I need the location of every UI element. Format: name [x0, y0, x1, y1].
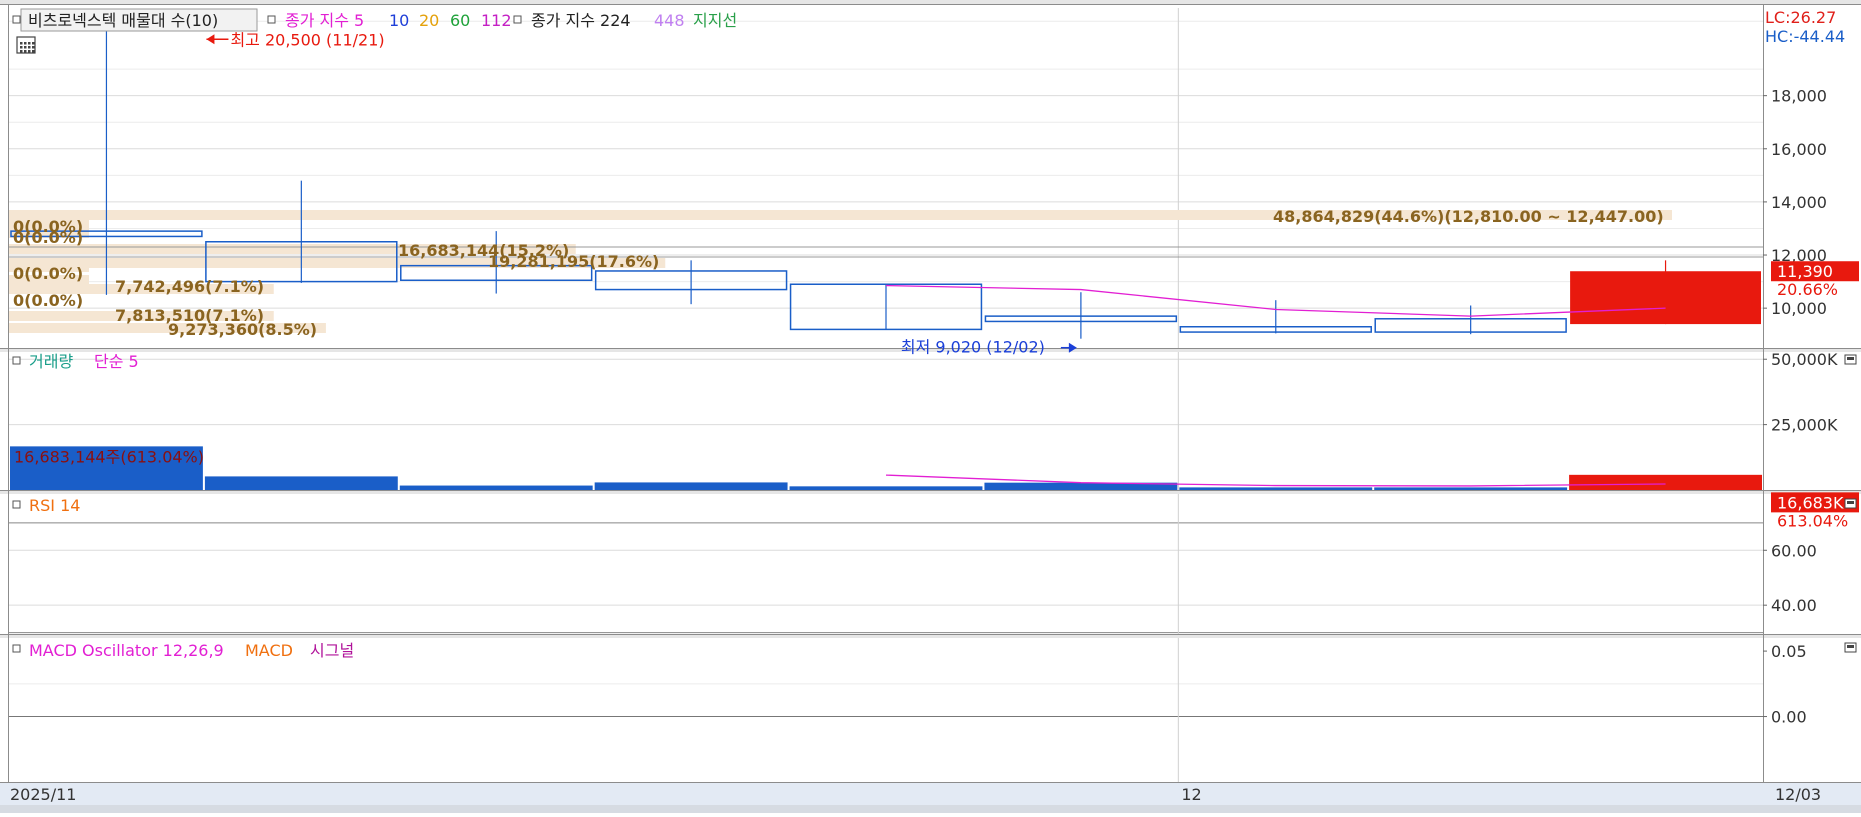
- minimize-icon[interactable]: [1844, 354, 1857, 365]
- volume-bar: [594, 482, 788, 490]
- legend-ma5: 종가 지수 5: [285, 11, 364, 30]
- volume-axis-label: 25,000K: [1771, 416, 1838, 435]
- volume-profile-label: 9,273,360(8.5%): [168, 320, 317, 339]
- minimize-icon-bar: [1847, 645, 1854, 648]
- volume-bar: [204, 476, 398, 490]
- legend-macd-osc: MACD Oscillator 12,26,9: [29, 641, 224, 660]
- legend-title: 비츠로넥스텍 매물대 수(10): [28, 11, 218, 30]
- calendar-icon-cell: [24, 42, 27, 45]
- current-price-label: 11,390: [1777, 262, 1833, 281]
- volume-profile-label: 48,864,829(44.6%)(12,810.00 ~ 12,447.00): [1273, 207, 1664, 226]
- calendar-icon-cell: [32, 42, 35, 45]
- hc-label: HC:-44.44: [1765, 27, 1845, 46]
- time-axis-strip: [0, 782, 1861, 805]
- price-axis-label: 18,000: [1771, 87, 1827, 106]
- legend-marker[interactable]: [267, 15, 276, 24]
- volume-profile-label: 0(0.0%): [13, 264, 83, 283]
- minimize-icon[interactable]: [1844, 642, 1857, 653]
- calendar-icon-cell: [24, 46, 27, 49]
- minimize-icon[interactable]: [1844, 498, 1857, 509]
- low-price-label: 최저 9,020 (12/02): [901, 338, 1045, 357]
- volume-profile-label: 19,281,195(17.6%): [488, 252, 659, 271]
- bottom-bar: [0, 805, 1861, 813]
- calendar-icon-cell: [32, 50, 35, 53]
- volume-axis-label: 50,000K: [1771, 350, 1838, 369]
- lc-label: LC:26.27: [1765, 8, 1836, 27]
- volume-bar: [399, 485, 593, 490]
- candle-body-up: [1570, 271, 1761, 325]
- stock-chart[interactable]: 0(0.0%) 0(0.0%) 0(0.0%) 0(0.0%) 7,742,496(7.…: [0, 0, 1861, 813]
- legend-ma20: 20: [419, 11, 439, 30]
- calendar-icon-cell: [28, 42, 31, 45]
- minimize-icon-bar: [1847, 501, 1854, 504]
- macd-axis-label: 0.00: [1771, 708, 1807, 727]
- volume-bar: [1569, 474, 1762, 490]
- current-volume-label: 16,683K: [1777, 493, 1844, 512]
- legend-rsi: RSI 14: [29, 496, 80, 515]
- time-axis-label: 12: [1181, 785, 1201, 804]
- time-axis-label: 12/03: [1775, 785, 1821, 804]
- legend-support: 지지선: [693, 11, 737, 30]
- volume-change-label: 613.04%: [1777, 511, 1848, 530]
- calendar-icon-cell: [20, 42, 23, 45]
- legend-marker[interactable]: [12, 644, 21, 653]
- legend-ma224: 종가 지수 224: [531, 11, 631, 30]
- rsi-axis-label: 60.00: [1771, 541, 1817, 560]
- chart-svg[interactable]: 0(0.0%)0(0.0%)0(0.0%)0(0.0%)7,742,496(7.…: [0, 0, 1861, 813]
- price-change-label: 20.66%: [1777, 280, 1838, 299]
- legend-macd: MACD: [245, 641, 293, 660]
- calendar-icon-cell: [28, 46, 31, 49]
- legend-marker[interactable]: [12, 15, 21, 24]
- price-axis-label: 14,000: [1771, 193, 1827, 212]
- minimize-icon-bar: [1847, 357, 1854, 360]
- calendar-icon-cell: [28, 50, 31, 53]
- legend-volume-ma: 단순 5: [94, 352, 139, 371]
- volume-bar: [1179, 487, 1373, 490]
- price-axis-label: 10,000: [1771, 299, 1827, 318]
- calendar-icon-cell: [24, 50, 27, 53]
- time-axis-label: 2025/11: [10, 785, 76, 804]
- legend-ma60: 60: [450, 11, 470, 30]
- volume-bar: [1374, 487, 1568, 490]
- calendar-icon-cell: [32, 46, 35, 49]
- legend-signal: 시그널: [310, 641, 354, 660]
- legend-volume: 거래량: [29, 352, 73, 371]
- volume-profile-label: 0(0.0%): [13, 291, 83, 310]
- legend-ma10: 10: [389, 11, 409, 30]
- top-border: [0, 0, 1861, 4]
- legend-ma448: 448: [654, 11, 685, 30]
- rsi-axis-label: 40.00: [1771, 596, 1817, 615]
- legend-marker[interactable]: [12, 356, 21, 365]
- volume-first-label: 16,683,144주(613.04%): [14, 447, 204, 466]
- calendar-icon-cell: [20, 50, 23, 53]
- volume-profile-label: 7,742,496(7.1%): [115, 277, 264, 296]
- calendar-icon-cell: [20, 46, 23, 49]
- price-axis-label: 16,000: [1771, 140, 1827, 159]
- legend-marker[interactable]: [12, 500, 21, 509]
- macd-axis-label: 0.05: [1771, 642, 1807, 661]
- legend-ma112: 112: [481, 11, 512, 30]
- high-price-label: 최고 20,500 (11/21): [230, 30, 384, 49]
- legend-marker[interactable]: [513, 15, 522, 24]
- calendar-icon[interactable]: [16, 36, 36, 54]
- volume-bar: [789, 486, 983, 490]
- volume-profile-label: 0(0.0%): [13, 228, 83, 247]
